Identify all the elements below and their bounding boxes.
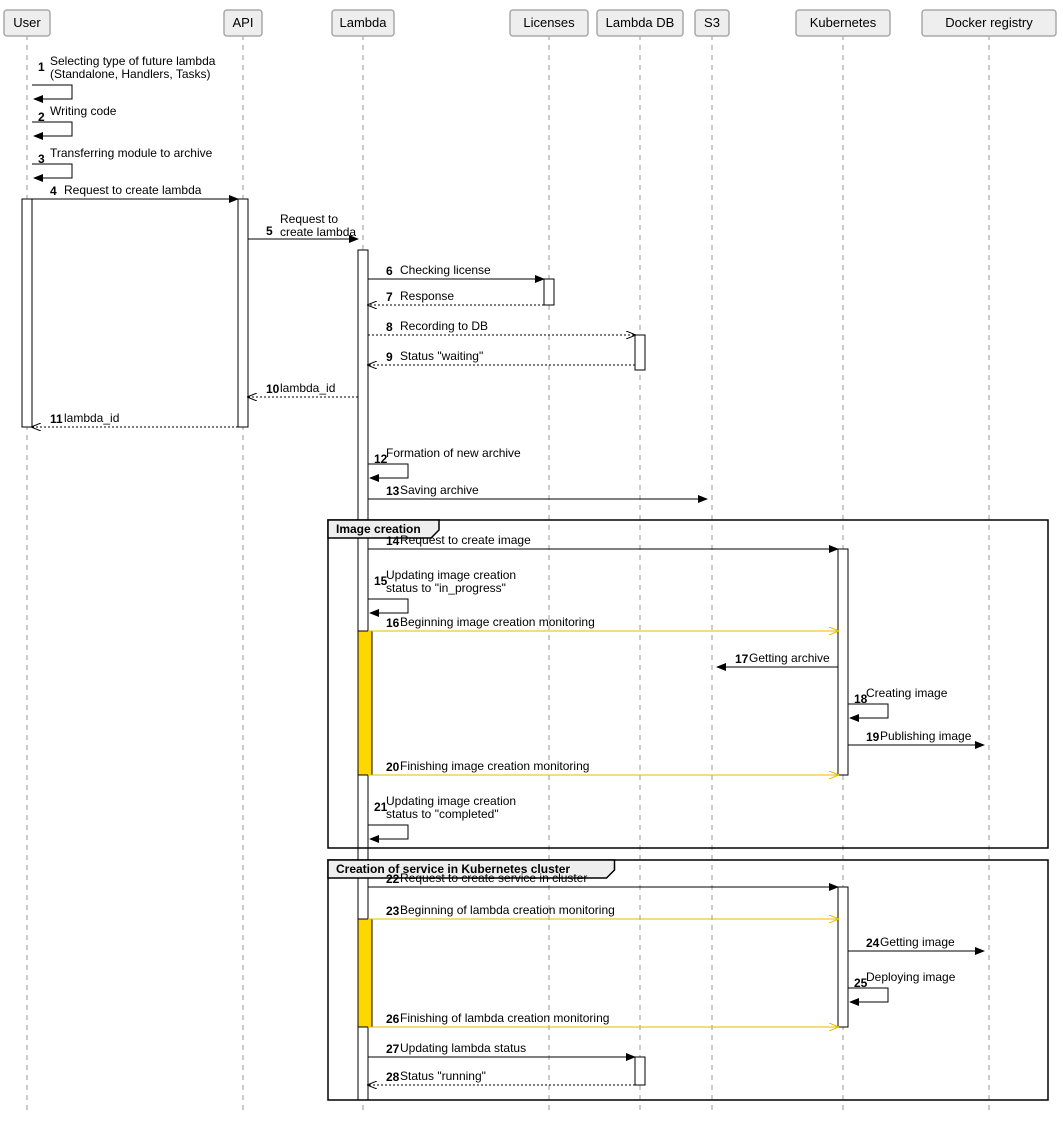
svg-text:5: 5	[266, 224, 273, 238]
activation-gold-lambda	[358, 631, 372, 775]
svg-text:Status "running": Status "running"	[400, 1069, 486, 1083]
svg-text:Status "waiting": Status "waiting"	[400, 349, 483, 363]
svg-text:24: 24	[866, 936, 880, 950]
participant-label-k8s: Kubernetes	[810, 15, 877, 30]
participant-label-lambdadb: Lambda DB	[606, 15, 675, 30]
activation-lambdadb	[635, 335, 645, 370]
svg-text:Updating lambda status: Updating lambda status	[400, 1041, 526, 1055]
svg-text:20: 20	[386, 760, 400, 774]
activation-k8s	[838, 549, 848, 775]
svg-text:8: 8	[386, 320, 393, 334]
svg-text:7: 7	[386, 290, 393, 304]
svg-text:create lambda: create lambda	[280, 225, 356, 239]
svg-text:4: 4	[50, 184, 57, 198]
svg-text:Getting archive: Getting archive	[749, 651, 830, 665]
svg-text:14: 14	[386, 534, 400, 548]
svg-text:11: 11	[50, 412, 63, 426]
self-message	[368, 599, 408, 613]
svg-text:Deploying image: Deploying image	[866, 970, 956, 984]
activation-lambdadb	[635, 1057, 645, 1085]
participant-label-licenses: Licenses	[523, 15, 575, 30]
svg-text:Checking license: Checking license	[400, 263, 491, 277]
svg-text:16: 16	[386, 616, 400, 630]
activation-gold-lambda	[358, 919, 372, 1027]
self-message	[368, 464, 408, 478]
svg-text:17: 17	[735, 652, 749, 666]
svg-text:(Standalone, Handlers, Tasks): (Standalone, Handlers, Tasks)	[50, 67, 211, 81]
svg-text:Request to create lambda: Request to create lambda	[64, 183, 202, 197]
svg-text:22: 22	[386, 872, 400, 886]
svg-text:26: 26	[386, 1012, 400, 1026]
participant-label-s3: S3	[704, 15, 720, 30]
svg-text:status to "in_progress": status to "in_progress"	[386, 581, 506, 595]
svg-text:21: 21	[374, 800, 388, 814]
svg-text:Finishing of lambda creation m: Finishing of lambda creation monitoring	[400, 1011, 609, 1025]
svg-text:9: 9	[386, 350, 393, 364]
participant-label-api: API	[233, 15, 254, 30]
svg-text:19: 19	[866, 730, 880, 744]
svg-text:Transferring module to archive: Transferring module to archive	[50, 146, 213, 160]
svg-text:28: 28	[386, 1070, 400, 1084]
self-message	[32, 164, 72, 178]
self-message	[32, 85, 72, 99]
svg-text:Request to: Request to	[280, 212, 338, 226]
self-message	[368, 825, 408, 839]
self-message	[848, 988, 888, 1002]
svg-text:13: 13	[386, 484, 400, 498]
svg-text:Beginning of lambda creation m: Beginning of lambda creation monitoring	[400, 903, 615, 917]
svg-text:Updating image creation: Updating image creation	[386, 568, 516, 582]
participant-label-lambda: Lambda	[340, 15, 388, 30]
svg-text:Recording to DB: Recording to DB	[400, 319, 488, 333]
svg-text:Writing code: Writing code	[50, 104, 117, 118]
activation-user	[22, 199, 32, 427]
svg-text:Publishing image: Publishing image	[880, 729, 972, 743]
svg-text:lambda_id: lambda_id	[64, 411, 119, 425]
svg-text:Response: Response	[400, 289, 454, 303]
svg-text:Formation of new archive: Formation of new archive	[386, 446, 521, 460]
svg-text:6: 6	[386, 264, 393, 278]
svg-text:Request to create image: Request to create image	[400, 533, 531, 547]
svg-text:Beginning image creation monit: Beginning image creation monitoring	[400, 615, 595, 629]
svg-text:lambda_id: lambda_id	[280, 381, 335, 395]
svg-text:27: 27	[386, 1042, 400, 1056]
svg-text:Updating image creation: Updating image creation	[386, 794, 516, 808]
svg-text:10: 10	[266, 382, 280, 396]
sequence-diagram: Image creationCreation of service in Kub…	[0, 0, 1063, 1121]
svg-text:status to "completed": status to "completed"	[386, 807, 499, 821]
participant-label-docker: Docker registry	[945, 15, 1033, 30]
svg-text:23: 23	[386, 904, 400, 918]
svg-text:15: 15	[374, 574, 388, 588]
self-message	[32, 122, 72, 136]
activation-k8s	[838, 887, 848, 1027]
svg-text:1: 1	[38, 60, 45, 74]
svg-text:Saving archive: Saving archive	[400, 483, 479, 497]
svg-text:Getting image: Getting image	[880, 935, 955, 949]
activation-api	[238, 199, 248, 427]
participant-label-user: User	[13, 15, 41, 30]
svg-text:Selecting type of future lambd: Selecting type of future lambda	[50, 54, 216, 68]
self-message	[848, 704, 888, 718]
activation-licenses	[544, 279, 554, 305]
svg-text:Request to create service in c: Request to create service in cluster	[400, 871, 587, 885]
svg-text:Finishing image creation monit: Finishing image creation monitoring	[400, 759, 589, 773]
svg-text:Creating image: Creating image	[866, 686, 948, 700]
